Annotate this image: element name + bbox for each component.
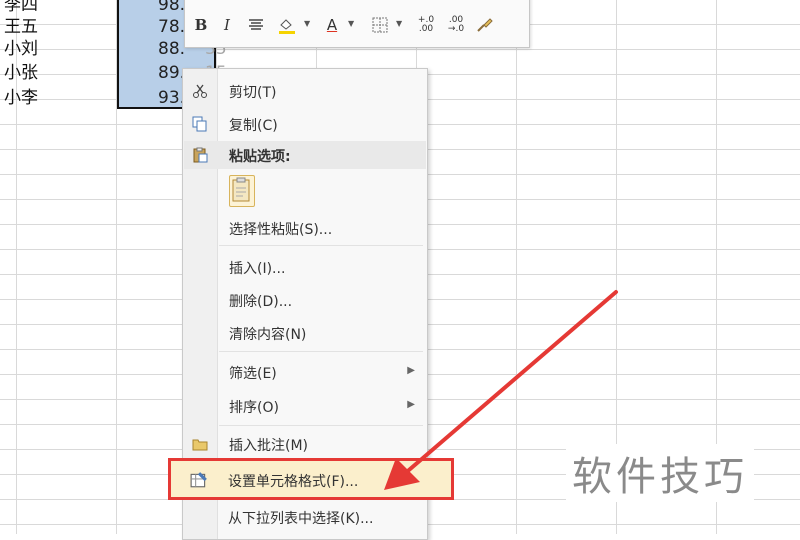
watermark: 软件技巧 xyxy=(566,444,754,502)
